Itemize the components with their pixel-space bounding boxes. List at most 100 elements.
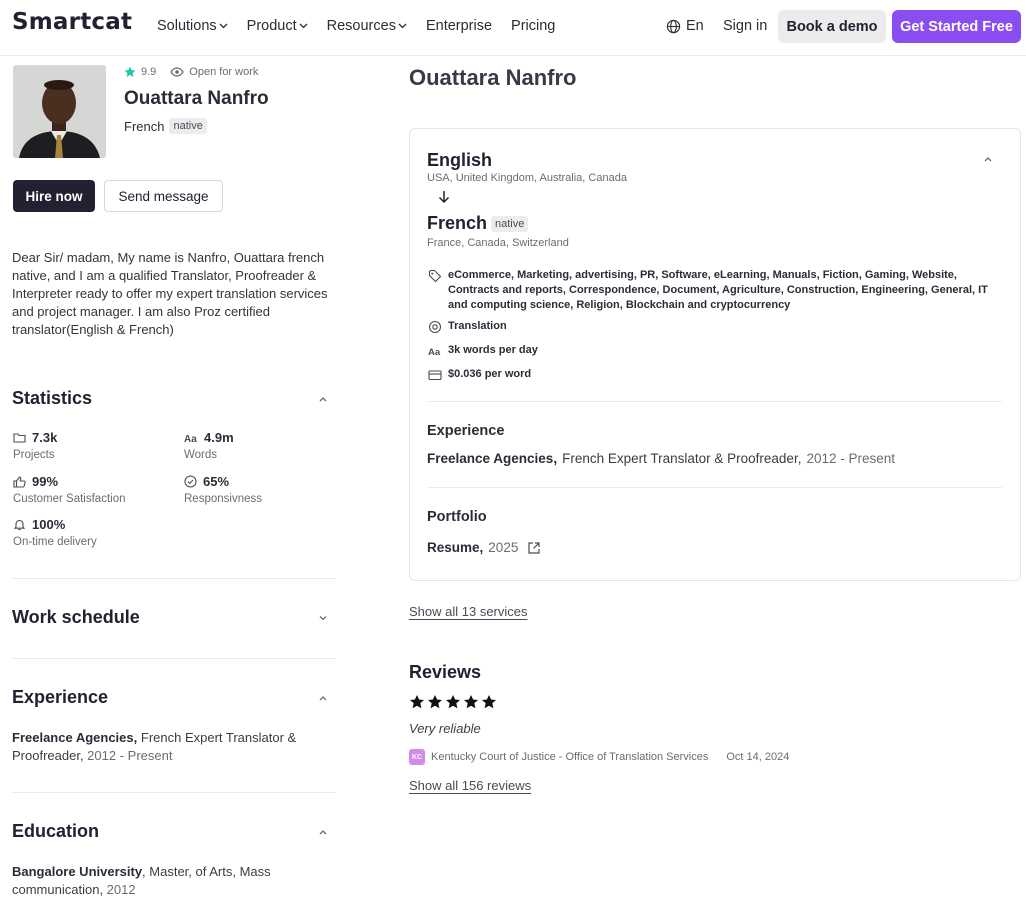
nav-enterprise[interactable]: Enterprise [426, 18, 492, 34]
experience-title: Experience [12, 687, 109, 707]
experience-role: French Expert Translator & Proofreader [562, 451, 798, 466]
sign-in-link[interactable]: Sign in [723, 18, 767, 34]
svg-text:Aa: Aa [428, 347, 441, 358]
stat-label: On-time delivery [13, 536, 97, 548]
stat-responsiveness: 65% Responsivness [184, 474, 262, 505]
capacity-text: 3k words per day [448, 344, 538, 356]
language-label: En [686, 18, 704, 34]
chevron-down-icon[interactable] [318, 613, 328, 623]
nav-product[interactable]: Product [247, 18, 308, 34]
divider [427, 487, 1002, 488]
book-demo-button[interactable]: Book a demo [778, 10, 886, 43]
chevron-down-icon [299, 23, 308, 29]
portfolio-item[interactable]: Resume, 2025 [427, 540, 541, 555]
nav-product-label: Product [246, 18, 297, 34]
stat-on-time: 100% On-time delivery [13, 517, 97, 548]
rate-row: $0.036 per word [428, 367, 531, 382]
send-message-button[interactable]: Send message [104, 180, 223, 212]
star-icon [482, 695, 496, 709]
stat-value: 7.3k [32, 430, 58, 445]
card-experience-entry: Freelance Agencies, French Expert Transl… [427, 451, 896, 466]
statistics-title: Statistics [12, 388, 93, 408]
experience-period: 2012 - Present [806, 451, 896, 466]
rating-value: 9.9 [141, 66, 157, 78]
profile-name-heading: Ouattara Nanfro [409, 65, 577, 90]
show-all-reviews-link[interactable]: Show all 156 reviews [409, 778, 531, 793]
review-text: Very reliable [409, 721, 481, 736]
nav-solutions[interactable]: Solutions [157, 18, 228, 34]
globe-icon [666, 19, 681, 33]
get-started-button[interactable]: Get Started Free [892, 10, 1021, 43]
review-stars [409, 694, 497, 710]
education-year: 2012 [106, 882, 136, 897]
reviews-title: Reviews [409, 662, 482, 682]
availability-status: Open for work [189, 66, 259, 78]
check-circle-icon [184, 475, 197, 488]
bell-icon [13, 519, 26, 531]
source-countries: USA, United Kingdom, Australia, Canada [427, 172, 627, 184]
nav-pricing[interactable]: Pricing [511, 18, 555, 34]
hire-now-button[interactable]: Hire now [13, 180, 95, 212]
capacity-row: Aa 3k words per day [428, 343, 538, 358]
rating-row: 9.9 Open for work [124, 66, 258, 78]
experience-period: 2012 - Present [87, 748, 173, 763]
text-size-icon: Aa [184, 434, 197, 443]
smartcat-logo[interactable]: Smartcat [12, 9, 132, 35]
star-icon [124, 66, 136, 77]
portfolio-title: Portfolio [427, 509, 487, 525]
arrow-down-icon [438, 191, 450, 204]
chevron-down-icon [219, 23, 228, 29]
eye-icon [170, 67, 185, 77]
svg-text:Aa: Aa [184, 434, 197, 443]
source-language: English [427, 150, 493, 170]
profile-bio: Dear Sir/ madam, My name is Nanfro, Ouat… [12, 250, 328, 337]
rate-text: $0.036 per word [448, 368, 532, 380]
star-icon [410, 695, 424, 709]
experience-entry: Freelance Agencies, French Expert Transl… [12, 730, 297, 763]
nav-resources[interactable]: Resources [327, 18, 407, 34]
native-badge: native [491, 215, 529, 232]
reviewer-row: KC Kentucky Court of Justice - Office of… [409, 749, 789, 765]
folder-icon [13, 433, 26, 443]
thumbs-up-icon [13, 475, 26, 488]
chevron-up-icon[interactable] [983, 154, 993, 164]
service-type-text: Translation [448, 320, 507, 332]
stat-value: 99% [32, 474, 59, 489]
stat-value: 65% [203, 474, 230, 489]
stat-label: Projects [13, 449, 55, 461]
stat-projects: 7.3k Projects [13, 430, 57, 461]
work-schedule-title: Work schedule [12, 607, 140, 627]
top-navbar: Smartcat Solutions Product Resources Ent… [0, 0, 1026, 56]
stat-value: 4.9m [204, 430, 234, 445]
tag-icon [428, 269, 442, 283]
card-experience-title: Experience [427, 423, 505, 439]
language-selector[interactable]: En [666, 18, 704, 34]
target-countries: France, Canada, Switzerland [427, 237, 569, 249]
chevron-up-icon[interactable] [318, 693, 328, 703]
avatar [13, 65, 106, 158]
divider [12, 792, 336, 793]
external-link-icon[interactable] [527, 541, 541, 555]
reviewer-name: Kentucky Court of Justice - Office of Tr… [431, 751, 709, 763]
portfolio-year: 2025 [488, 540, 519, 555]
chevron-up-icon[interactable] [318, 827, 328, 837]
star-icon [464, 695, 478, 709]
star-icon [428, 695, 442, 709]
experience-company: Freelance Agencies [427, 451, 554, 466]
chevron-down-icon [398, 23, 407, 29]
specializations-row: eCommerce, Marketing, advertising, PR, S… [428, 268, 998, 313]
service-type-row: Translation [428, 319, 507, 334]
stat-satisfaction: 99% Customer Satisfaction [13, 474, 126, 505]
nav-solutions-label: Solutions [157, 18, 217, 34]
stat-words: Aa 4.9m Words [184, 430, 234, 461]
show-all-services-link[interactable]: Show all 13 services [409, 604, 528, 619]
education-title: Education [12, 821, 100, 841]
stat-value: 100% [32, 517, 66, 532]
stat-label: Customer Satisfaction [13, 493, 126, 505]
target-language-label: French [427, 213, 488, 233]
chevron-up-icon[interactable] [318, 394, 328, 404]
main-nav: Solutions Product Resources Enterprise P… [157, 18, 574, 34]
divider [12, 578, 336, 579]
education-entry: Bangalore University, Master, of Arts, M… [12, 864, 271, 897]
stat-label: Words [184, 449, 218, 461]
